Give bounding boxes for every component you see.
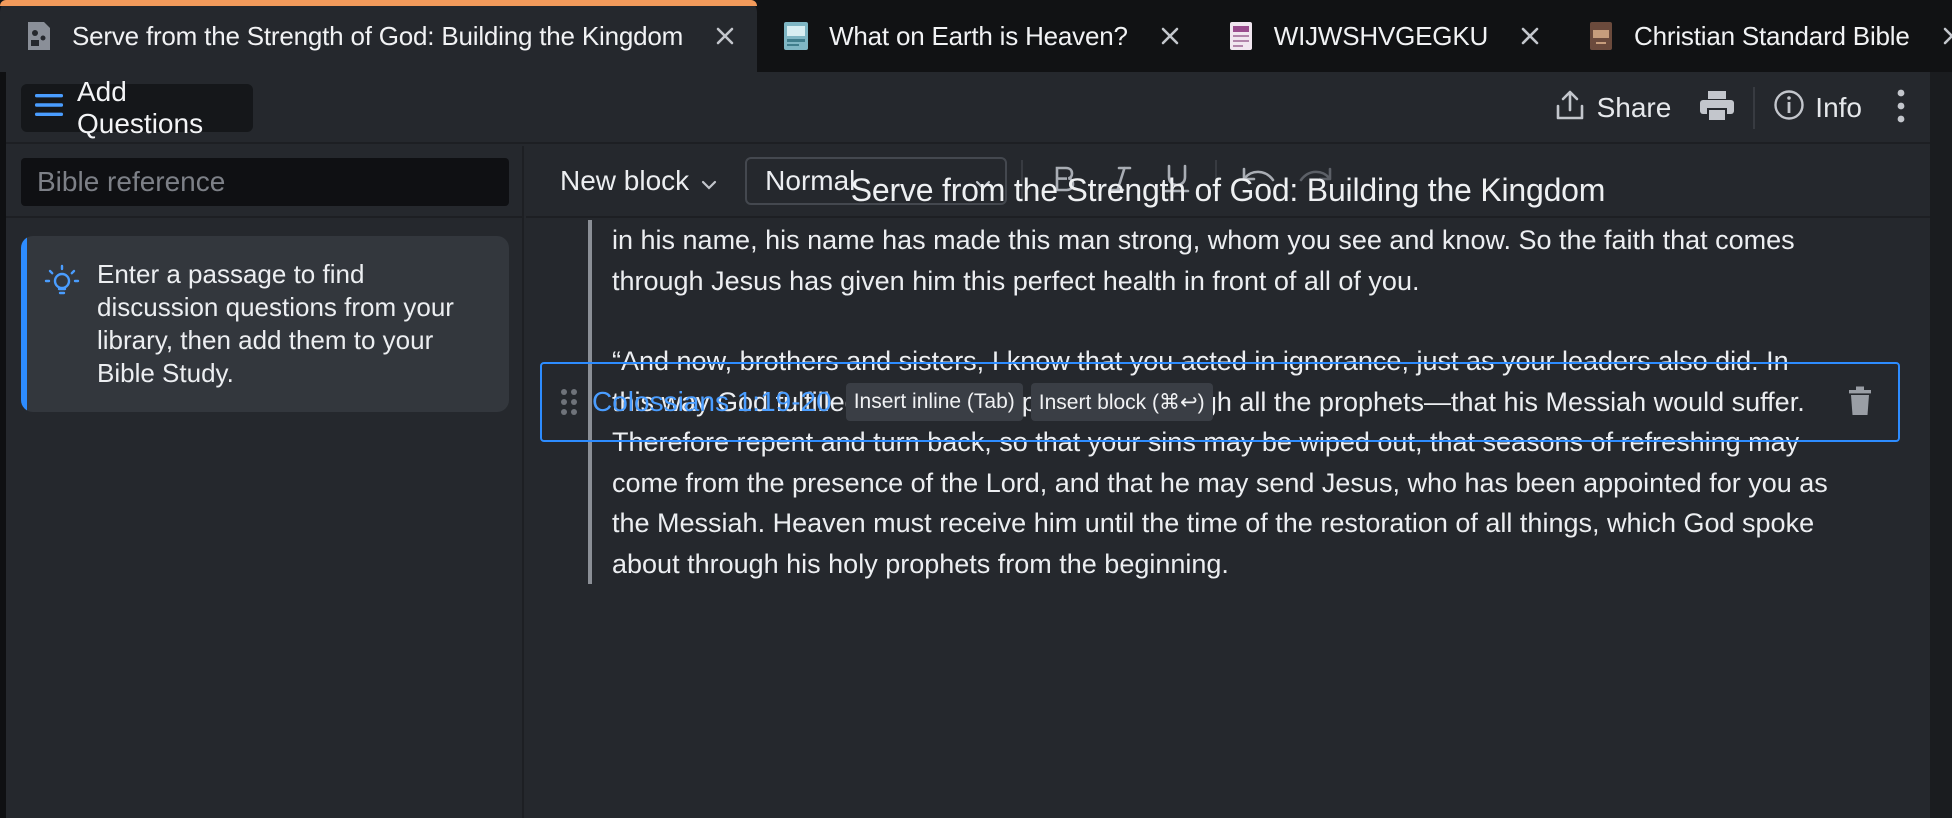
insert-block-button[interactable]: Insert block (⌘↩) — [1030, 383, 1213, 421]
more-options-button[interactable] — [1896, 89, 1906, 128]
close-icon[interactable] — [1940, 24, 1952, 48]
document-title: Serve from the Strength of God: Building… — [850, 172, 1606, 208]
window-edge — [1930, 72, 1952, 818]
main-toolbar: Add Questions Share Info — [6, 72, 1930, 144]
tab-label: Christian Standard Bible — [1634, 20, 1910, 51]
study-icon — [26, 20, 52, 52]
info-icon — [1773, 89, 1815, 128]
document-icon — [1228, 20, 1254, 52]
quote-paragraph: in his name, his name has made this man … — [612, 225, 1795, 296]
trash-icon[interactable] — [1848, 386, 1872, 421]
app-window: Add Questions Share Info Bible reference… — [6, 72, 1930, 818]
kebab-icon — [1896, 89, 1906, 128]
bible-reference-link[interactable]: Colossians 1:19-20 — [592, 386, 832, 418]
add-questions-button[interactable]: Add Questions — [21, 76, 253, 139]
toolbar-actions: Share Info — [1555, 72, 1930, 144]
toolbar-divider — [1753, 87, 1756, 129]
close-icon[interactable] — [1518, 24, 1542, 48]
info-label: Info — [1815, 92, 1862, 123]
hamburger-icon — [35, 92, 63, 124]
reference-block[interactable]: Colossians 1:19-20 Insert inline (Tab) I… — [540, 362, 1900, 442]
close-icon[interactable] — [713, 24, 737, 48]
print-icon — [1699, 90, 1735, 127]
tab-label: Serve from the Strength of God: Building… — [72, 20, 684, 51]
add-questions-label: Add Questions — [77, 76, 204, 139]
info-button[interactable]: Info — [1773, 89, 1862, 128]
questions-sidebar: Enter a passage to find discussion quest… — [6, 146, 524, 818]
tab-label: WIJWSHVGEGKU — [1273, 20, 1489, 51]
drag-handle-icon[interactable] — [560, 388, 578, 416]
share-button[interactable]: Share — [1555, 89, 1672, 128]
share-icon — [1555, 89, 1597, 128]
tab-christian-standard-bible[interactable]: Christian Standard Bible — [1562, 0, 1952, 72]
book-icon — [1588, 20, 1614, 52]
insert-inline-button[interactable]: Insert inline (Tab) — [845, 383, 1023, 421]
study-editor: New block Normal Serve from the Strength… — [526, 146, 1930, 818]
tab-serve-from-strength[interactable]: Serve from the Strength of God: Building… — [0, 0, 758, 72]
heaven-book-icon — [783, 20, 809, 52]
tip-card: Enter a passage to find discussion quest… — [21, 236, 509, 412]
sidebar-divider — [6, 216, 524, 218]
tab-label: What on Earth is Heaven? — [829, 20, 1128, 51]
tab-wijwshvgegku[interactable]: WIJWSHVGEGKU — [1202, 0, 1562, 72]
share-label: Share — [1596, 92, 1672, 123]
tip-text: Enter a passage to find discussion quest… — [97, 259, 454, 388]
close-icon[interactable] — [1158, 24, 1182, 48]
tab-bar: Serve from the Strength of God: Building… — [0, 0, 1952, 72]
print-button[interactable] — [1699, 90, 1735, 127]
lightbulb-icon — [27, 236, 97, 412]
tab-what-on-earth-is-heaven[interactable]: What on Earth is Heaven? — [757, 0, 1202, 72]
bible-reference-input[interactable] — [21, 158, 509, 206]
